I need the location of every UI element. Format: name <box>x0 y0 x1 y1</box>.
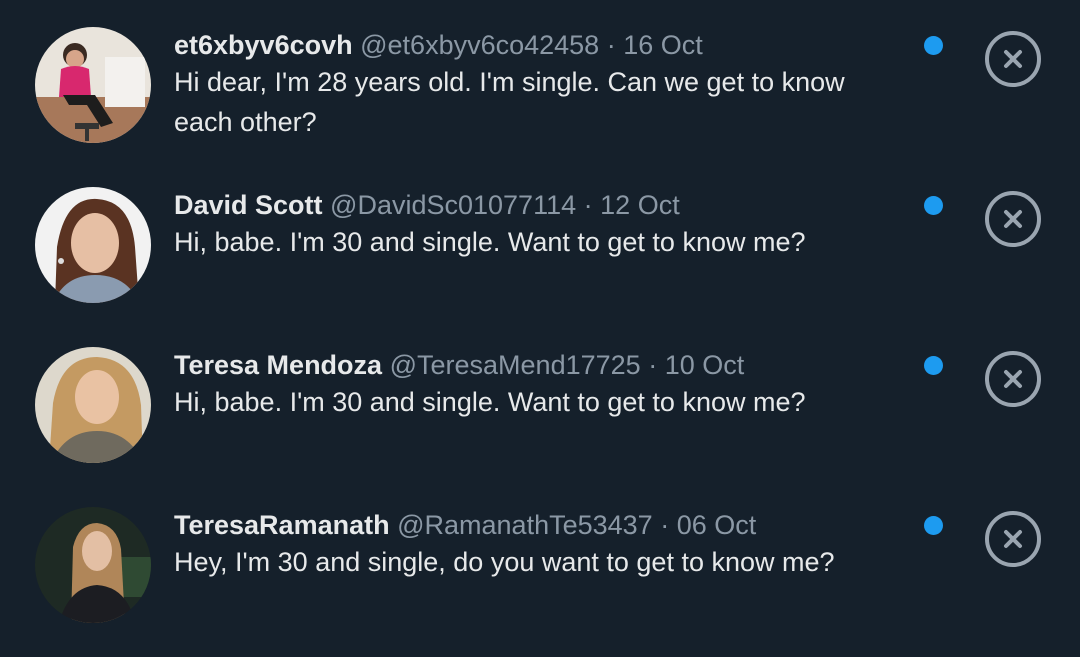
message-request-row[interactable]: Teresa Mendoza @TeresaMend17725 · 10 Oct… <box>0 320 1080 480</box>
dismiss-button[interactable] <box>985 511 1041 567</box>
sender-handle: @DavidSc01077114 <box>330 190 577 220</box>
unread-dot-icon <box>924 516 943 535</box>
message-request-row[interactable]: et6xbyv6covh @et6xbyv6co42458 · 16 Oct H… <box>0 0 1080 160</box>
close-icon <box>1004 210 1022 228</box>
message-text: Hi, babe. I'm 30 and single. Want to get… <box>174 227 806 257</box>
close-icon <box>1004 370 1022 388</box>
avatar[interactable] <box>35 347 151 463</box>
unread-dot-icon <box>924 356 943 375</box>
message-date: 16 Oct <box>623 30 703 60</box>
dismiss-button[interactable] <box>985 31 1041 87</box>
avatar-photo-icon <box>35 347 151 463</box>
avatar-photo-icon <box>35 507 151 623</box>
message-text: Hi dear, I'm 28 years old. I'm single. C… <box>174 67 845 137</box>
message-header: Teresa Mendoza @TeresaMend17725 · 10 Oct <box>174 348 904 382</box>
message-request-list: et6xbyv6covh @et6xbyv6co42458 · 16 Oct H… <box>0 0 1080 657</box>
sender-name[interactable]: TeresaRamanath <box>174 510 390 540</box>
separator: · <box>660 510 670 540</box>
message-date: 12 Oct <box>600 190 680 220</box>
dismiss-button[interactable] <box>985 191 1041 247</box>
message-date: 10 Oct <box>664 350 745 380</box>
close-icon <box>1004 50 1022 68</box>
message-text: Hey, I'm 30 and single, do you want to g… <box>174 547 835 577</box>
message-header: et6xbyv6covh @et6xbyv6co42458 · 16 Oct <box>174 28 904 62</box>
sender-name[interactable]: David Scott <box>174 190 323 220</box>
separator: · <box>606 30 616 60</box>
unread-dot-icon <box>924 196 943 215</box>
message-content: David Scott @DavidSc01077114 · 12 Oct Hi… <box>174 188 904 262</box>
dismiss-button[interactable] <box>985 351 1041 407</box>
separator: · <box>648 350 658 380</box>
message-content: TeresaRamanath @RamanathTe53437 · 06 Oct… <box>174 508 904 582</box>
sender-handle: @et6xbyv6co42458 <box>360 30 600 60</box>
avatar[interactable] <box>35 187 151 303</box>
close-icon <box>1004 530 1022 548</box>
sender-handle: @RamanathTe53437 <box>397 510 653 540</box>
message-content: Teresa Mendoza @TeresaMend17725 · 10 Oct… <box>174 348 904 422</box>
avatar[interactable] <box>35 27 151 143</box>
message-request-row[interactable]: David Scott @DavidSc01077114 · 12 Oct Hi… <box>0 160 1080 320</box>
message-text: Hi, babe. I'm 30 and single. Want to get… <box>174 387 806 417</box>
sender-name[interactable]: et6xbyv6covh <box>174 30 353 60</box>
avatar[interactable] <box>35 507 151 623</box>
sender-handle: @TeresaMend17725 <box>389 350 641 380</box>
avatar-photo-icon <box>35 27 151 143</box>
message-request-row[interactable]: TeresaRamanath @RamanathTe53437 · 06 Oct… <box>0 480 1080 640</box>
message-date: 06 Oct <box>676 510 757 540</box>
message-header: David Scott @DavidSc01077114 · 12 Oct <box>174 188 904 222</box>
separator: · <box>583 190 593 220</box>
avatar-photo-icon <box>35 187 151 303</box>
message-content: et6xbyv6covh @et6xbyv6co42458 · 16 Oct H… <box>174 28 904 142</box>
message-header: TeresaRamanath @RamanathTe53437 · 06 Oct <box>174 508 904 542</box>
sender-name[interactable]: Teresa Mendoza <box>174 350 382 380</box>
unread-dot-icon <box>924 36 943 55</box>
